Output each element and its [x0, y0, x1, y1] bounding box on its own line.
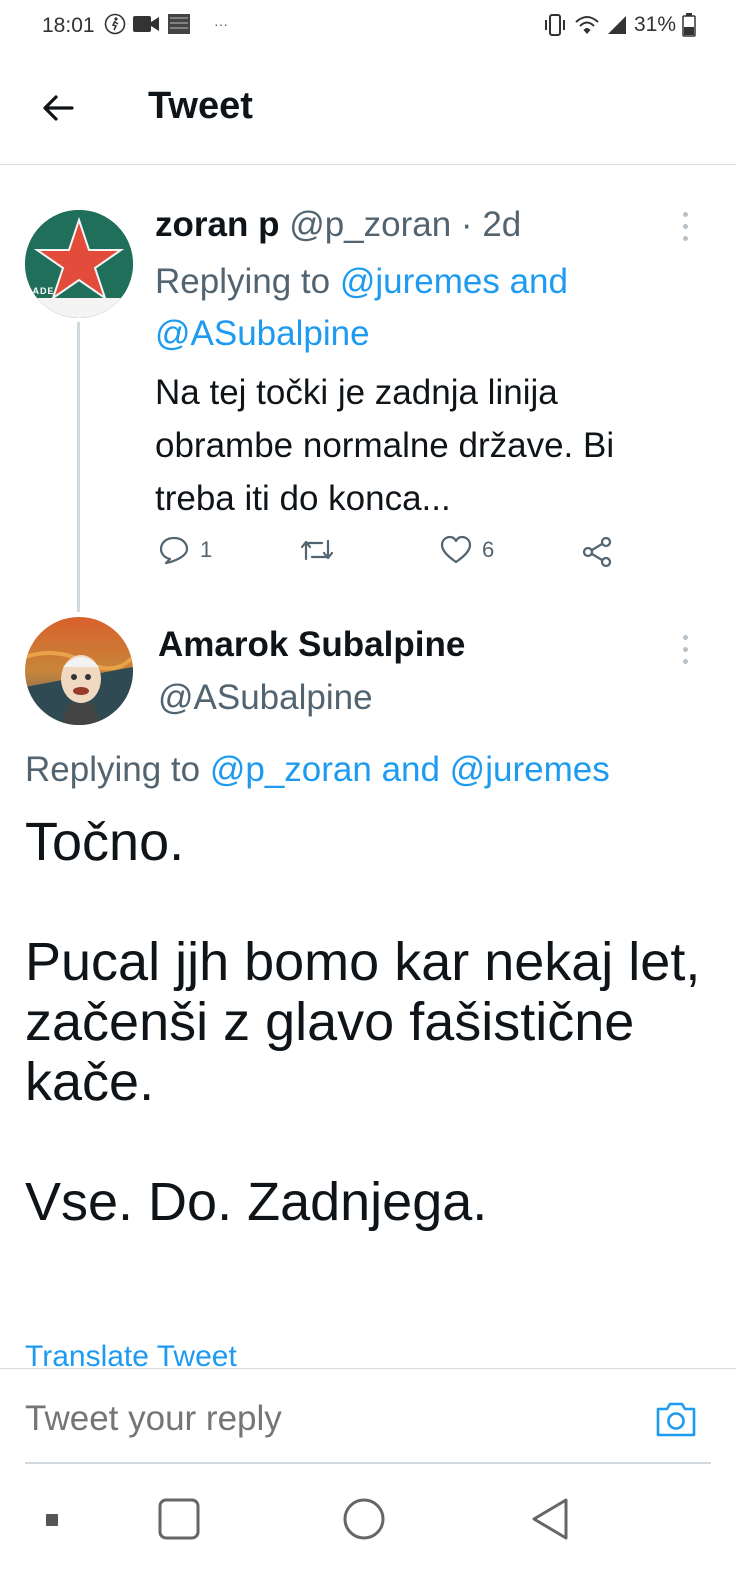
retweet-button[interactable]	[298, 535, 346, 565]
status-right-icons: 31%	[542, 13, 696, 37]
status-bar: 18:01 ··· 31%	[0, 0, 736, 52]
status-more: ···	[214, 16, 228, 32]
tweet-text: Točno. Pucal jjh bomo kar nekaj let, zač…	[25, 812, 701, 1232]
replying-targets[interactable]: @p_zoran and @juremes	[210, 750, 610, 789]
replying-prefix: Replying to	[25, 750, 210, 789]
camera-icon[interactable]	[654, 1399, 698, 1439]
arrow-left-icon[interactable]	[38, 88, 78, 128]
share-icon	[582, 536, 612, 568]
home-button-icon[interactable]	[343, 1498, 385, 1540]
heart-icon	[440, 535, 472, 564]
reply-button[interactable]: 1	[158, 535, 212, 565]
reply-input[interactable]	[25, 1399, 585, 1439]
tweet-age: 2d	[482, 205, 522, 244]
translate-tweet-link[interactable]: Translate Tweet	[25, 1340, 237, 1368]
system-nav-bar	[46, 1498, 568, 1540]
status-time: 18:01	[42, 14, 95, 37]
signal-icon	[607, 16, 626, 34]
status-left-icons: ···	[104, 12, 228, 36]
like-count: 6	[482, 537, 495, 562]
battery-icon	[682, 13, 696, 37]
replying-prefix: Replying to	[155, 262, 340, 301]
retweet-icon	[300, 539, 334, 561]
meta-separator: ·	[451, 205, 483, 244]
reply-composer	[0, 1368, 736, 1463]
walking-icon	[104, 13, 126, 35]
display-name[interactable]: Amarok Subalpine	[158, 625, 465, 665]
reply-underline	[25, 1462, 711, 1464]
display-name[interactable]: zoran p	[155, 205, 279, 244]
thread-connector	[77, 322, 80, 612]
share-button[interactable]	[580, 535, 614, 569]
user-handle[interactable]: @p_zoran	[289, 205, 451, 244]
red-star-icon	[25, 210, 133, 318]
replying-to: Replying to @juremes and @ASubalpine	[155, 256, 675, 360]
page-title: Tweet	[148, 85, 253, 127]
scream-portrait-icon	[25, 617, 133, 725]
wifi-icon	[575, 16, 599, 34]
more-vertical-icon[interactable]	[680, 635, 690, 667]
top-app-bar: Tweet	[0, 52, 736, 165]
tweet-author-line: zoran p @p_zoran · 2d	[155, 205, 521, 245]
avatar-label: RADE	[25, 286, 55, 296]
tweet-text: Na tej točki je zadnja linija obrambe no…	[155, 373, 615, 518]
back-triangle-icon[interactable]	[532, 1498, 568, 1540]
battery-percent: 31%	[633, 13, 676, 36]
video-icon	[133, 16, 159, 32]
avatar[interactable]	[25, 617, 133, 725]
recents-button-icon[interactable]	[158, 1498, 200, 1540]
comment-icon	[159, 536, 189, 565]
replying-to: Replying to @p_zoran and @juremes	[25, 750, 610, 790]
reply-count: 1	[200, 537, 213, 562]
vibrate-icon	[544, 14, 565, 36]
avatar[interactable]: RADE	[25, 210, 133, 318]
gallery-icon	[168, 14, 190, 34]
user-handle[interactable]: @ASubalpine	[158, 678, 373, 718]
more-vertical-icon[interactable]	[680, 212, 690, 244]
recent-dot-icon[interactable]	[46, 1514, 58, 1526]
like-button[interactable]: 6	[440, 535, 494, 565]
